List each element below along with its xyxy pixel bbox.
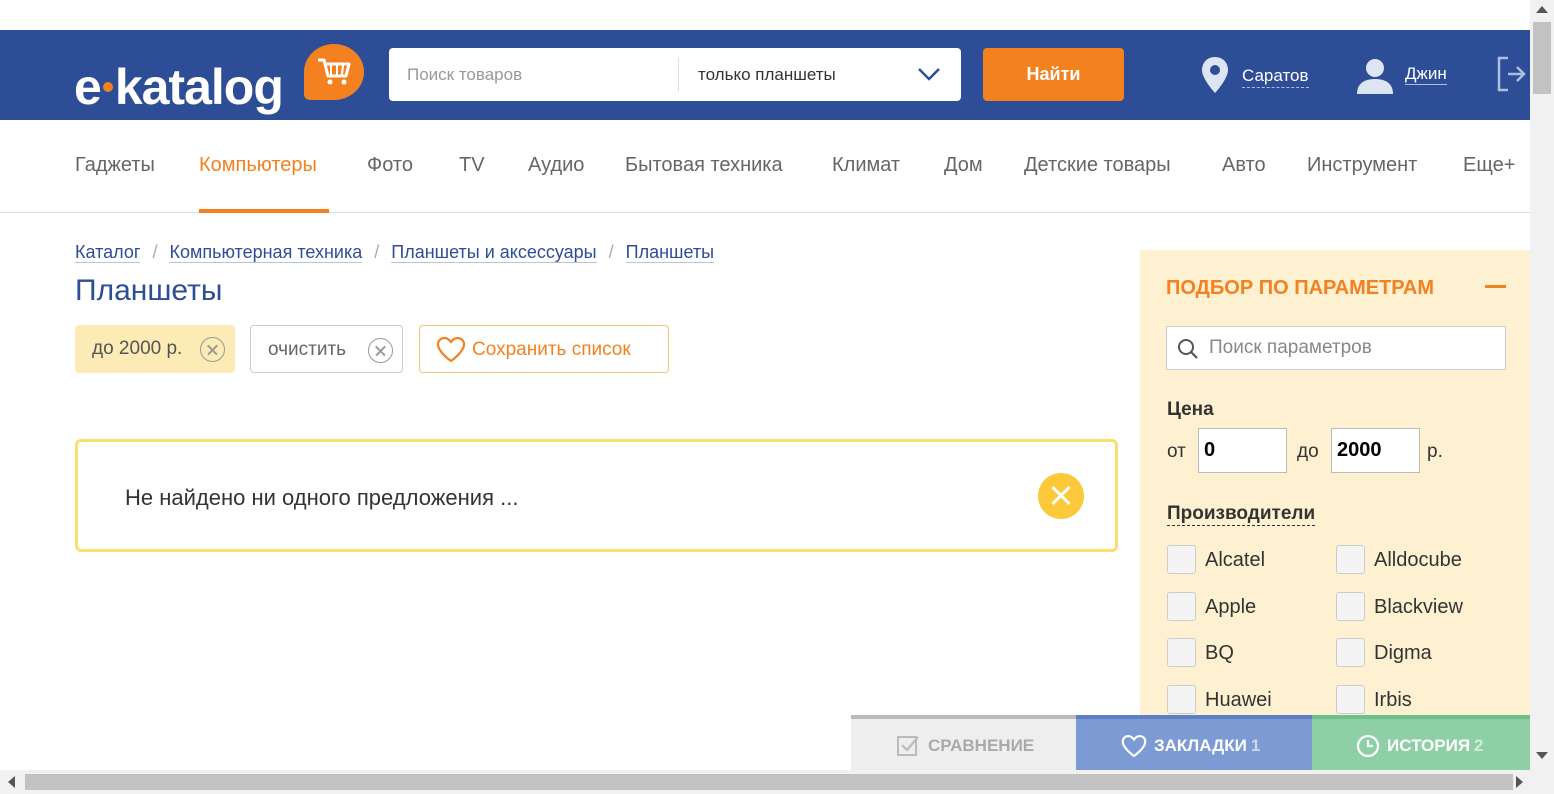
history-count: 2 (1474, 736, 1484, 755)
nav-item-tools[interactable]: Инструмент (1307, 154, 1417, 177)
nav-item-more[interactable]: Еще+ (1463, 154, 1515, 177)
bookmarks-tab[interactable]: ЗАКЛАДКИ 1 (1076, 715, 1312, 770)
checkbox-icon (897, 736, 919, 756)
scroll-right-icon[interactable] (1516, 776, 1523, 788)
maker-label: Blackview (1374, 596, 1463, 618)
checkbox[interactable] (1167, 592, 1196, 621)
logout-button[interactable] (1496, 56, 1526, 97)
location-pin-icon (1202, 57, 1228, 93)
breadcrumb-separator: / (608, 242, 614, 262)
scroll-up-icon[interactable] (1536, 6, 1548, 13)
price-label: Цена (1167, 399, 1214, 420)
no-results-text: Не найдено ни одного предложения ... (125, 485, 519, 510)
checkbox[interactable] (1167, 638, 1196, 667)
maker-label: Alcatel (1205, 549, 1266, 571)
cart-icon (304, 44, 364, 100)
price-currency: р. (1427, 441, 1443, 462)
price-filter-chip[interactable]: до 2000 р. (75, 325, 235, 373)
clock-icon (1356, 734, 1380, 758)
user-icon (1357, 59, 1393, 94)
checkbox[interactable] (1336, 638, 1365, 667)
chevron-down-icon (918, 68, 940, 81)
breadcrumb-separator: / (374, 242, 380, 262)
checkbox[interactable] (1167, 545, 1196, 574)
filter-panel: ПОДБОР ПО ПАРАМЕТРАМ Цена от до р. Произ… (1140, 250, 1530, 770)
nav-item-climate[interactable]: Климат (832, 154, 900, 177)
search-bar: только планшеты (389, 48, 961, 101)
vertical-scrollbar[interactable] (1530, 0, 1554, 770)
bookmarks-count: 1 (1250, 736, 1261, 755)
close-icon[interactable] (1038, 473, 1084, 519)
breadcrumb-separator: / (152, 242, 158, 262)
bookmarks-label: ЗАКЛАДКИ (1154, 736, 1247, 755)
save-list-button[interactable]: Сохранить список (419, 325, 669, 373)
city-label: Саратов (1242, 66, 1309, 88)
maker-label: Huawei (1205, 689, 1272, 711)
category-nav: Гаджеты Компьютеры Фото TV Аудио Бытовая… (0, 120, 1530, 213)
scroll-down-icon[interactable] (1536, 752, 1548, 759)
nav-item-auto[interactable]: Авто (1222, 154, 1266, 177)
nav-item-appliances[interactable]: Бытовая техника (625, 154, 783, 177)
collapse-icon[interactable] (1485, 285, 1506, 288)
checkbox[interactable] (1167, 685, 1196, 714)
vertical-scroll-thumb[interactable] (1533, 22, 1551, 94)
maker-label: Alldocube (1374, 549, 1462, 571)
nav-item-audio[interactable]: Аудио (528, 154, 584, 177)
user-name: Джин (1405, 64, 1447, 85)
search-icon (1178, 339, 1198, 359)
heart-icon (436, 336, 466, 363)
bottom-bar: СРАВНЕНИЕ ЗАКЛАДКИ 1 ИСТОРИЯ 2 (851, 715, 1530, 770)
search-input[interactable] (389, 48, 677, 101)
checkbox[interactable] (1336, 545, 1365, 574)
scroll-left-icon[interactable] (8, 776, 15, 788)
clear-icon (368, 338, 393, 363)
compare-tab[interactable]: СРАВНЕНИЕ (851, 715, 1076, 770)
maker-label: Irbis (1374, 689, 1412, 711)
search-scope-select[interactable]: только планшеты (679, 48, 961, 101)
clear-filters-label: очистить (268, 339, 347, 360)
price-from-input[interactable] (1198, 428, 1287, 473)
heart-icon (1121, 734, 1147, 758)
breadcrumb-computer-tech[interactable]: Компьютерная техника (169, 242, 363, 263)
price-to-input[interactable] (1331, 428, 1420, 473)
history-label: ИСТОРИЯ (1387, 736, 1471, 755)
find-button[interactable]: Найти (983, 48, 1124, 101)
search-scope-label: только планшеты (698, 65, 836, 84)
param-search-input[interactable] (1209, 327, 1499, 369)
breadcrumb-catalog[interactable]: Каталог (75, 242, 141, 263)
clear-filters-button[interactable]: очистить (250, 325, 403, 373)
filter-title: ПОДБОР ПО ПАРАМЕТРАМ (1166, 277, 1434, 299)
logo-text: e katalog (74, 59, 284, 115)
nav-item-gadgets[interactable]: Гаджеты (75, 154, 155, 177)
price-filter-label: до 2000 р. (92, 338, 183, 359)
price-to-label: до (1297, 441, 1319, 462)
nav-item-computers[interactable]: Компьютеры (199, 154, 317, 177)
no-results-message: Не найдено ни одного предложения ... (75, 439, 1118, 552)
nav-item-kids[interactable]: Детские товары (1024, 154, 1171, 177)
page-title: Планшеты (75, 274, 223, 307)
checkbox[interactable] (1336, 592, 1365, 621)
horizontal-scroll-thumb[interactable] (25, 774, 1513, 790)
nav-item-photo[interactable]: Фото (367, 154, 413, 177)
param-search-box (1166, 326, 1506, 370)
remove-filter-icon[interactable] (200, 337, 225, 362)
nav-item-tv[interactable]: TV (459, 154, 485, 177)
price-from-label: от (1167, 441, 1186, 462)
breadcrumb-tablets-accessories[interactable]: Планшеты и аксессуары (391, 242, 597, 263)
makers-label[interactable]: Производители (1167, 503, 1316, 526)
checkbox[interactable] (1336, 685, 1365, 714)
history-tab[interactable]: ИСТОРИЯ 2 (1312, 715, 1530, 770)
logout-icon (1497, 56, 1526, 92)
maker-label: Digma (1374, 642, 1432, 664)
top-gap (0, 0, 1530, 30)
breadcrumb-tablets[interactable]: Планшеты (625, 242, 715, 263)
nav-item-home[interactable]: Дом (944, 154, 983, 177)
nav-active-underline (199, 209, 329, 213)
maker-label: Apple (1205, 596, 1257, 618)
breadcrumb: Каталог / Компьютерная техника / Планшеты и … (75, 242, 715, 263)
compare-label: СРАВНЕНИЕ (928, 736, 1035, 755)
maker-label: BQ (1205, 642, 1234, 664)
save-list-label: Сохранить список (472, 339, 631, 360)
